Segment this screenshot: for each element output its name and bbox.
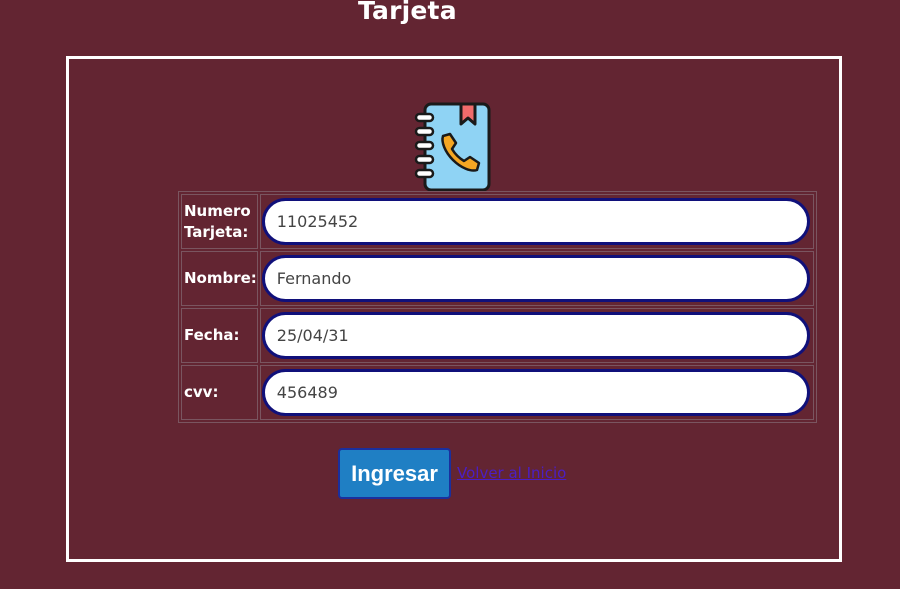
numero-tarjeta-input[interactable]: [261, 198, 810, 245]
ingresar-button[interactable]: Ingresar: [338, 448, 451, 499]
page-title: Tarjeta: [358, 0, 457, 25]
nombre-input[interactable]: [261, 255, 810, 302]
form-row-numero-tarjeta: Numero Tarjeta:: [181, 194, 814, 249]
form-row-nombre: Nombre:: [181, 251, 814, 306]
cvv-label: cvv:: [181, 365, 258, 420]
fecha-label: Fecha:: [181, 308, 258, 363]
card-form-table: Numero Tarjeta: Nombre: Fecha: cvv:: [178, 191, 817, 423]
cvv-input[interactable]: [261, 369, 810, 416]
form-row-fecha: Fecha:: [181, 308, 814, 363]
form-row-cvv: cvv:: [181, 365, 814, 420]
nombre-label: Nombre:: [181, 251, 258, 306]
fecha-input[interactable]: [261, 312, 810, 359]
numero-tarjeta-label: Numero Tarjeta:: [181, 194, 258, 249]
volver-al-inicio-link[interactable]: Volver al Inicio: [457, 464, 566, 482]
contact-book-phone-icon: [414, 102, 491, 192]
